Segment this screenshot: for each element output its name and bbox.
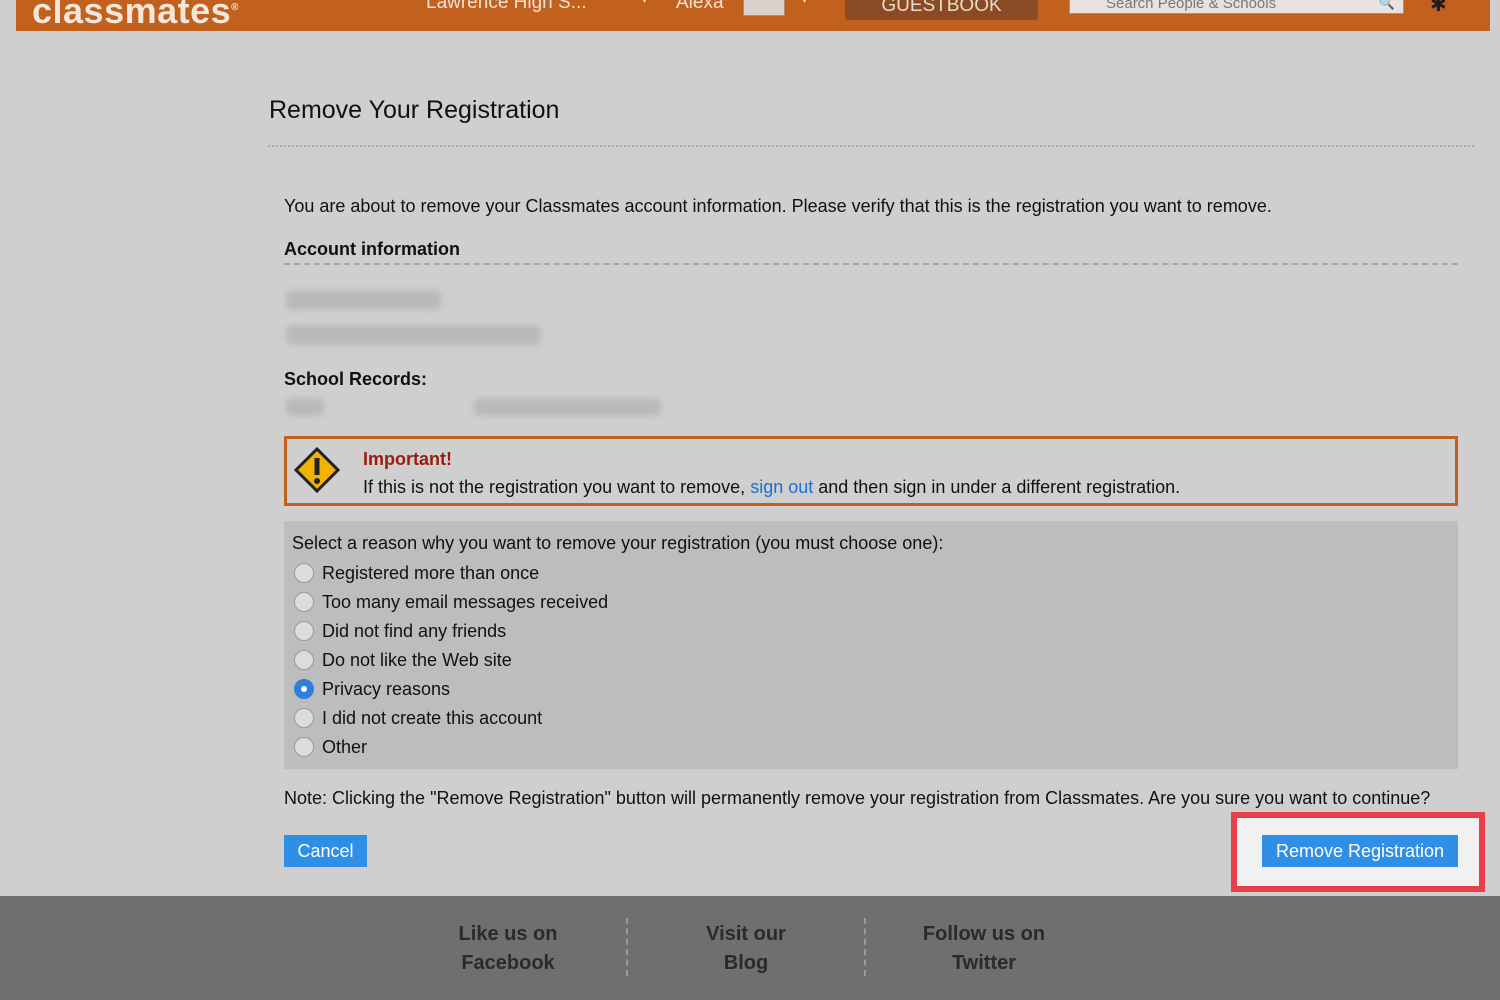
- radio-button[interactable]: [294, 737, 314, 757]
- facebook-line-1: Like us on: [458, 923, 558, 945]
- reason-label: Other: [322, 736, 368, 757]
- chevron-down-icon[interactable]: ▾: [801, 0, 808, 7]
- reason-selector: Select a reason why you want to remove y…: [284, 521, 1458, 769]
- classmates-logo[interactable]: classmates®: [32, 0, 239, 32]
- chevron-down-icon[interactable]: ▾: [641, 0, 648, 7]
- radio-button[interactable]: [294, 563, 314, 583]
- redacted-record-year: [286, 398, 324, 416]
- radio-button[interactable]: [294, 708, 314, 728]
- redacted-account-detail: [286, 325, 541, 345]
- school-selector[interactable]: Lawrence High S...: [426, 0, 587, 14]
- gear-icon[interactable]: ✱: [1430, 0, 1447, 17]
- reason-question: Select a reason why you want to remove y…: [292, 533, 944, 553]
- facebook-line-2: Facebook: [461, 952, 555, 974]
- blog-link[interactable]: Visit our Blog: [646, 920, 846, 978]
- blog-line-2: Blog: [723, 952, 769, 974]
- search-input[interactable]: Search People & Schools 🔍: [1069, 0, 1404, 14]
- important-text: If this is not the registration you want…: [363, 477, 1180, 498]
- warning-note: Note: Clicking the "Remove Registration"…: [284, 788, 1431, 808]
- reason-option-did-not-create[interactable]: I did not create this account: [294, 706, 542, 730]
- important-text-after: and then sign in under a different regis…: [818, 477, 1181, 497]
- logo-text: classmates: [32, 0, 232, 31]
- page-title: Remove Your Registration: [269, 96, 560, 124]
- reason-label: Too many email messages received: [322, 591, 609, 612]
- reason-label: Did not find any friends: [322, 620, 507, 641]
- important-title: Important!: [363, 449, 452, 469]
- school-records-heading: School Records:: [284, 369, 428, 389]
- reason-label: Privacy reasons: [322, 678, 451, 699]
- footer-divider: [626, 918, 628, 976]
- reason-label: Registered more than once: [322, 562, 540, 583]
- radio-button-selected[interactable]: [294, 679, 314, 699]
- redacted-record-school: [474, 398, 661, 416]
- search-placeholder: Search People & Schools: [1106, 0, 1277, 12]
- reason-option-too-many-emails[interactable]: Too many email messages received: [294, 590, 608, 614]
- important-notice: Important! If this is not the registrati…: [284, 436, 1458, 506]
- twitter-link[interactable]: Follow us on Twitter: [884, 920, 1084, 978]
- radio-button[interactable]: [294, 621, 314, 641]
- reason-option-dislike-site[interactable]: Do not like the Web site: [294, 648, 512, 672]
- search-icon[interactable]: 🔍: [1379, 0, 1395, 11]
- reason-option-no-friends[interactable]: Did not find any friends: [294, 619, 506, 643]
- account-information-heading: Account information: [284, 239, 460, 259]
- twitter-line-2: Twitter: [951, 952, 1017, 974]
- intro-text: You are about to remove your Classmates …: [284, 196, 1272, 216]
- divider: [284, 263, 1458, 265]
- important-text-before: If this is not the registration you want…: [363, 477, 746, 497]
- radio-button[interactable]: [294, 650, 314, 670]
- reason-option-other[interactable]: Other: [294, 735, 367, 759]
- divider: [268, 145, 1474, 147]
- reason-option-privacy[interactable]: Privacy reasons: [294, 677, 450, 701]
- cancel-button[interactable]: Cancel: [284, 835, 367, 867]
- footer: Like us on Facebook Visit our Blog Follo…: [0, 896, 1500, 1000]
- reason-label: Do not like the Web site: [322, 649, 512, 670]
- registered-mark: ®: [231, 2, 240, 13]
- user-name[interactable]: Alexa: [676, 0, 724, 14]
- facebook-link[interactable]: Like us on Facebook: [408, 920, 608, 978]
- reason-option-registered-more-than-once[interactable]: Registered more than once: [294, 561, 539, 585]
- warning-icon: [294, 447, 340, 493]
- redacted-account-name: [286, 290, 441, 310]
- sign-out-link[interactable]: sign out: [750, 477, 813, 497]
- remove-registration-button[interactable]: Remove Registration: [1262, 835, 1458, 867]
- blog-line-1: Visit our: [706, 923, 786, 945]
- guestbook-button[interactable]: GUESTBOOK: [845, 0, 1038, 20]
- reason-label: I did not create this account: [322, 707, 543, 728]
- radio-button[interactable]: [294, 592, 314, 612]
- avatar[interactable]: [743, 0, 785, 16]
- footer-divider: [864, 918, 866, 976]
- top-nav-bar: classmates® Lawrence High S... ▾ Alexa ▾…: [16, 0, 1490, 31]
- twitter-line-1: Follow us on: [922, 923, 1046, 945]
